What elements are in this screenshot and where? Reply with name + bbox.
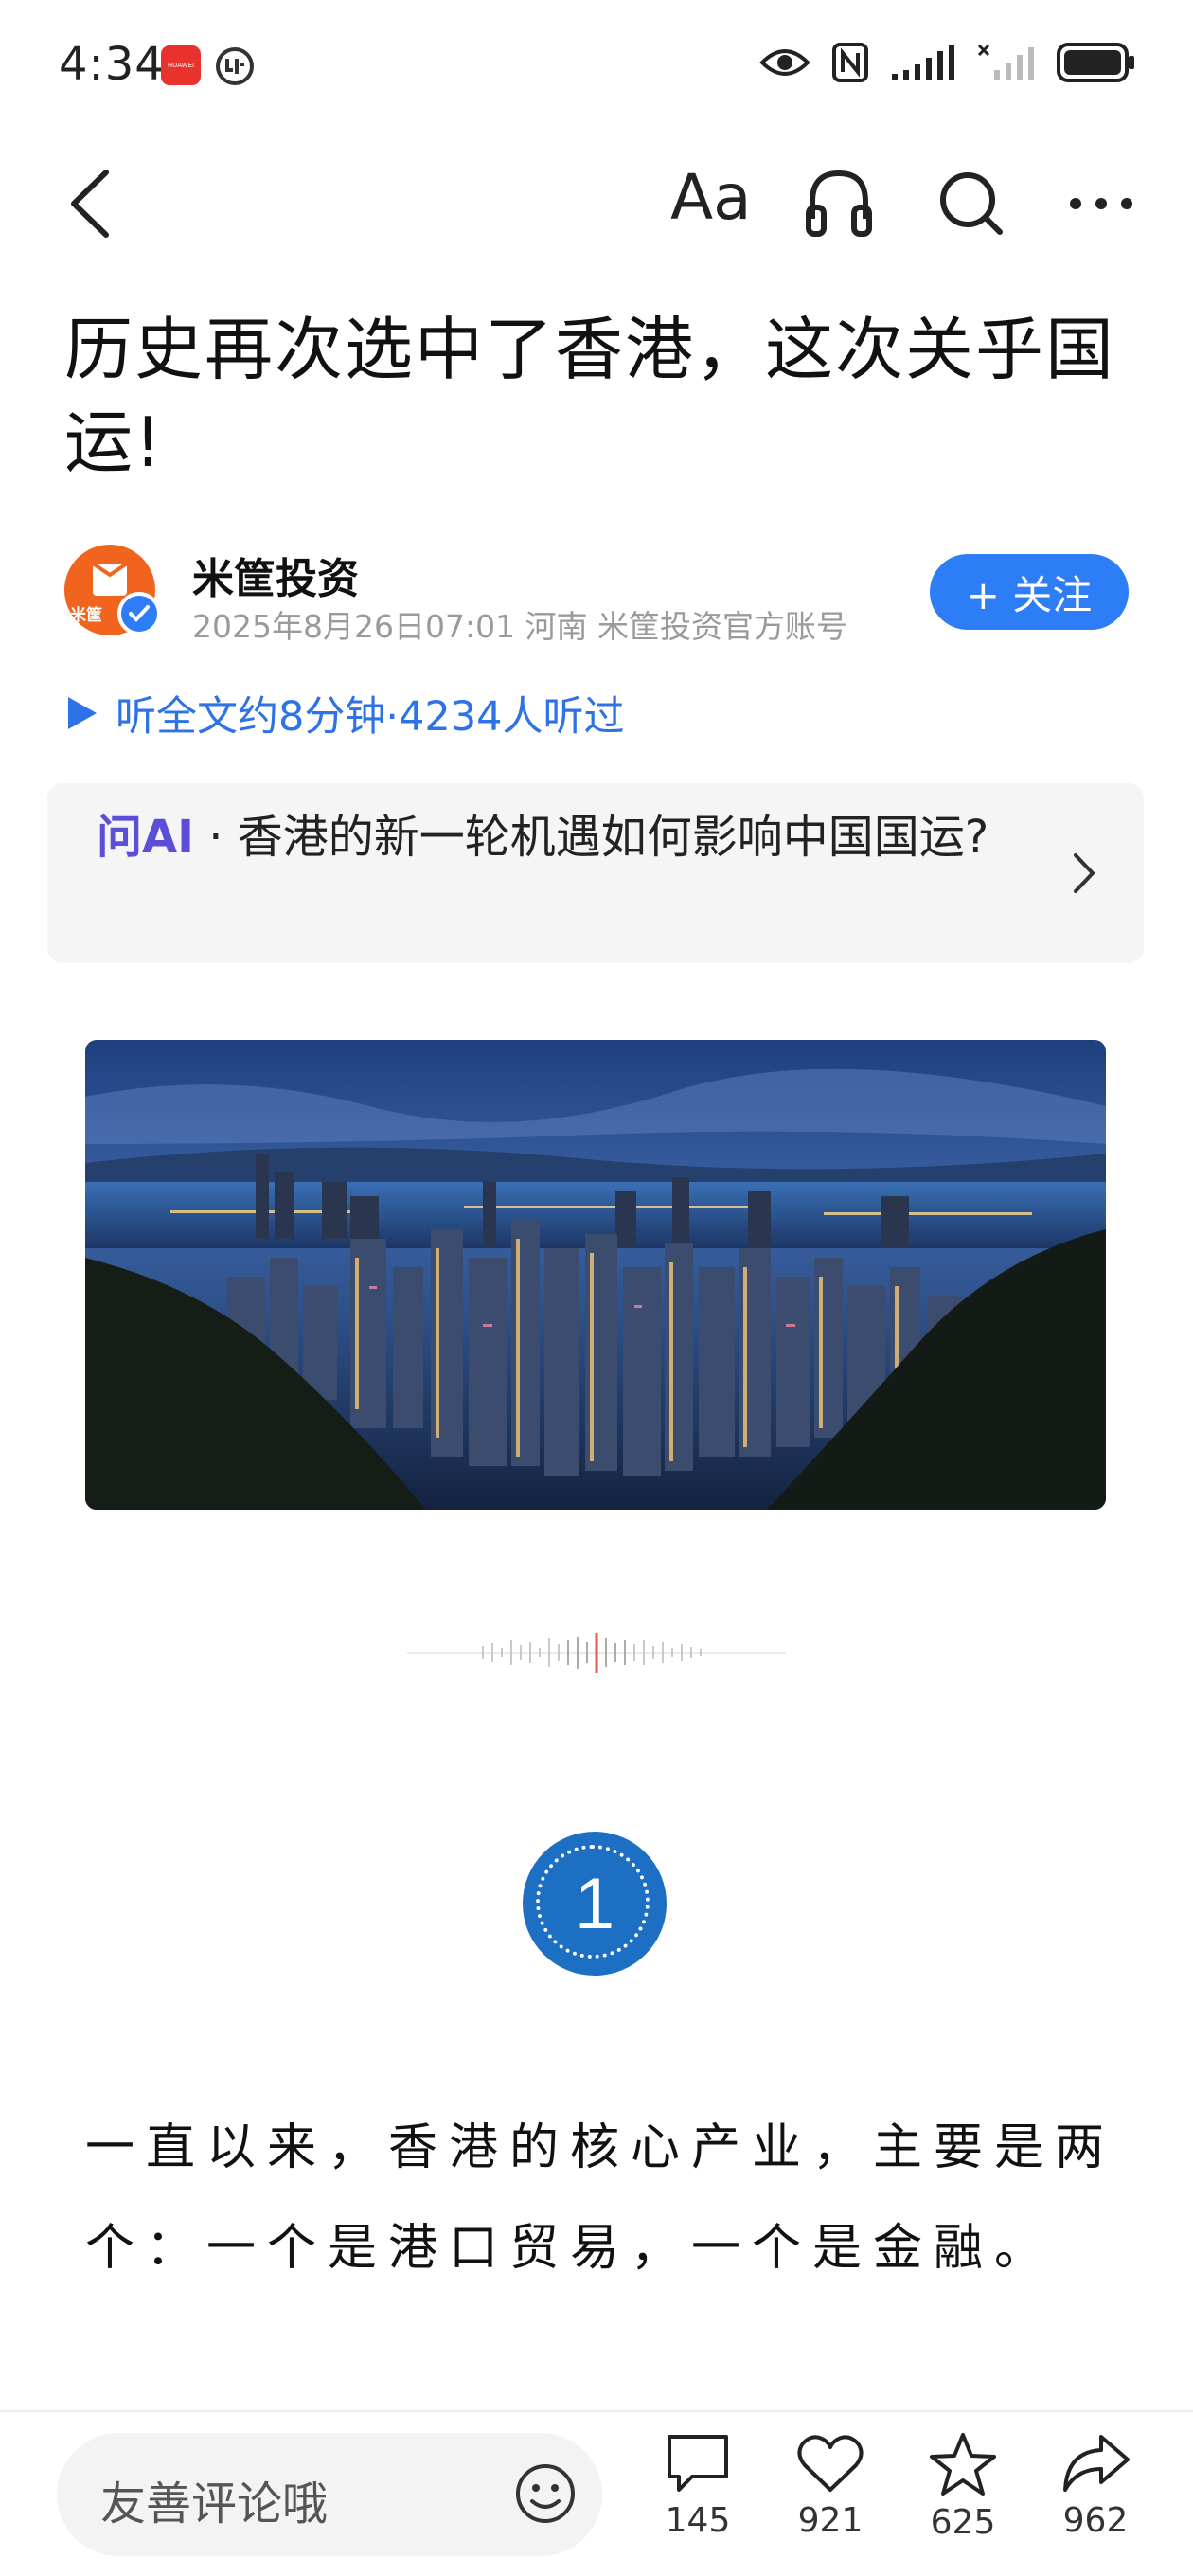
chevron-right-icon (1074, 853, 1095, 893)
back-arrow-icon[interactable] (57, 161, 123, 246)
comment-placeholder: 友善评论哦 (100, 2478, 329, 2531)
hong-kong-skyline-image[interactable] (85, 1040, 1106, 1510)
verified-badge-icon (117, 592, 161, 635)
ask-ai-card[interactable]: 问AI · 香港的新一轮机遇如何影响中国国运? (47, 783, 1144, 963)
signal-2-icon (977, 44, 1034, 80)
heart-icon (797, 2435, 864, 2492)
author-meta: 2025年8月26日07:01 河南 米筐投资官方账号 (192, 608, 848, 645)
share-count: 962 (1062, 2501, 1129, 2540)
status-time: 4:34 (59, 38, 165, 91)
like-count: 921 (797, 2501, 864, 2540)
article-title: 历史再次选中了香港，这次关乎国运! (64, 310, 1116, 482)
huawei-app-icon: HUAWEI (161, 45, 201, 85)
listen-full-text[interactable]: 听全文约8分钟·4234人听过 (64, 684, 624, 742)
ask-ai-separator: · (194, 811, 238, 864)
listen-text: 听全文约8分钟·4234人听过 (116, 693, 625, 741)
headphones-icon[interactable] (805, 166, 873, 242)
audio-waveform (407, 1633, 786, 1673)
section-number-text: 1 (574, 1863, 615, 1944)
article-paragraph: 一直以来，香港的核心产业，主要是两个：一个是港口贸易，一个是金融。 (85, 2120, 1116, 2277)
status-bar: 4:34 HUAWEI (0, 0, 1193, 142)
comment-action[interactable]: 145 (646, 2431, 750, 2540)
ask-ai-question: 香港的新一轮机遇如何影响中国国运? (237, 811, 989, 864)
comment-count: 145 (665, 2501, 731, 2540)
more-icon[interactable] (1068, 166, 1134, 242)
ask-ai-text: 问AI · 香港的新一轮机遇如何影响中国国运? (97, 804, 1053, 870)
section-number-badge: 1 (523, 1832, 667, 1976)
author-name[interactable]: 米筐投资 (192, 545, 359, 605)
sync-icon (216, 47, 254, 85)
ask-ai-label: 问AI (97, 811, 195, 864)
nfc-icon (832, 43, 868, 82)
battery-icon (1057, 43, 1134, 82)
star-icon (930, 2433, 996, 2496)
bottom-action-bar: 友善评论哦 145 921 625 962 (0, 2410, 1193, 2576)
article-page: 4:34 HUAWEI Aa 历史再次选中了香港，这次关乎国运! 米筐 米筐投资… (0, 0, 1193, 2576)
emoji-icon[interactable] (513, 2461, 578, 2526)
like-action[interactable]: 921 (778, 2431, 882, 2540)
comment-input[interactable]: 友善评论哦 (57, 2433, 602, 2556)
font-size-button[interactable]: Aa (670, 161, 752, 234)
top-nav: Aa (0, 142, 1193, 265)
comment-icon (668, 2435, 728, 2492)
play-icon (68, 697, 97, 729)
signal-icon (892, 45, 954, 80)
status-left-icons: HUAWEI (161, 45, 256, 87)
search-icon[interactable] (937, 166, 1006, 242)
skyline-illustration (85, 1040, 1106, 1510)
avatar-text: 米筐 (70, 606, 102, 625)
share-arrow-icon (1063, 2435, 1130, 2492)
status-right-icons (759, 42, 1136, 83)
author-row: 米筐 米筐投资 2025年8月26日07:01 河南 米筐投资官方账号 + 关注 (64, 545, 1129, 645)
favorite-count: 625 (930, 2503, 996, 2542)
share-action[interactable]: 962 (1043, 2431, 1148, 2540)
favorite-action[interactable]: 625 (911, 2431, 1015, 2542)
follow-button[interactable]: + 关注 (930, 554, 1129, 630)
eye-icon (759, 49, 810, 76)
